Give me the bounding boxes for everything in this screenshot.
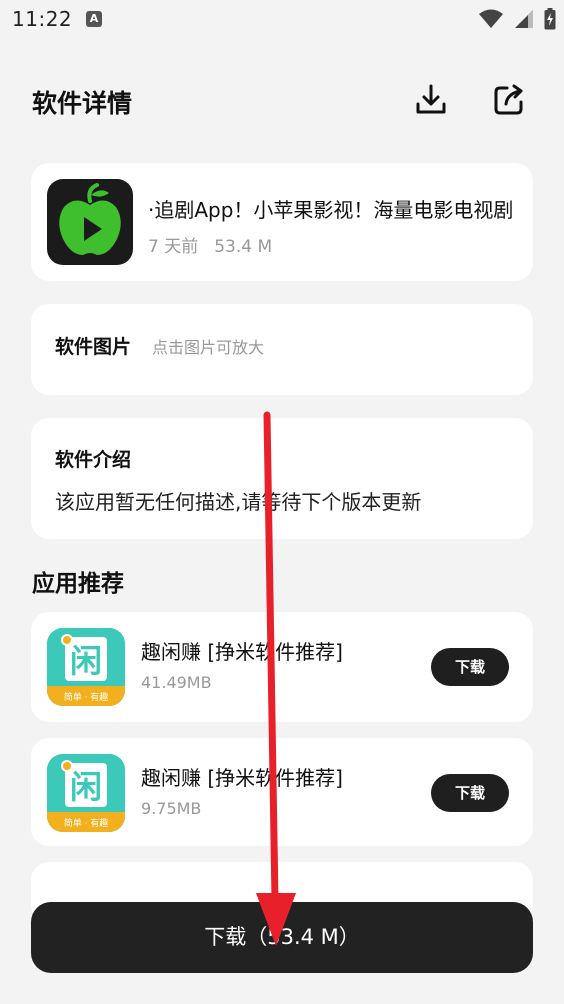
main-download-button[interactable]: 下载（53.4 M） <box>31 902 533 973</box>
share-header-button[interactable] <box>491 82 527 118</box>
screenshots-label: 软件图片 <box>55 336 132 358</box>
download-icon <box>416 84 446 114</box>
wifi-icon <box>479 9 503 28</box>
xian-app-icon: 闲 简单 · 有趣 <box>47 628 125 706</box>
app-name: ·追剧App！小苹果影视！海量电影电视剧 <box>148 198 514 222</box>
icon-caption: 简单 · 有趣 <box>64 691 109 703</box>
rec-app-name: 趣闲赚 [挣米软件推荐] <box>141 640 343 664</box>
rec-app-size: 41.49MB <box>141 673 212 692</box>
screenshots-card[interactable]: 软件图片 点击图片可放大 <box>31 304 533 395</box>
intro-label: 软件介绍 <box>55 449 132 471</box>
icon-glyph: 闲 <box>70 642 102 680</box>
app-updated: 7 天前 <box>148 237 199 257</box>
app-meta: 7 天前 53.4 M <box>148 232 272 257</box>
status-bar: 11:22 A <box>0 0 564 40</box>
app-detail-screen: 11:22 A 软件详情 ·追剧App！小苹果影视！海量电影电视剧 7 天前 5… <box>0 0 564 1004</box>
download-header-button[interactable] <box>413 82 449 118</box>
rec-app-size: 9.75MB <box>141 799 202 818</box>
app-info-card: ·追剧App！小苹果影视！海量电影电视剧 7 天前 53.4 M <box>31 163 533 281</box>
app-size: 53.4 M <box>214 237 273 257</box>
screenshots-hint: 点击图片可放大 <box>152 338 265 357</box>
rec-app-icon: 闲 简单 · 有趣 <box>47 754 125 832</box>
signal-icon <box>515 10 533 28</box>
rec-download-button[interactable]: 下载 <box>431 648 509 686</box>
xian-app-icon: 闲 简单 · 有趣 <box>47 754 125 832</box>
notification-a-icon: A <box>86 11 102 27</box>
page-title: 软件详情 <box>32 89 133 118</box>
list-item[interactable]: 闲 简单 · 有趣 趣闲赚 [挣米软件推荐] 41.49MB 下载 <box>31 612 533 722</box>
rec-app-icon: 闲 简单 · 有趣 <box>47 628 125 706</box>
intro-text: 该应用暂无任何描述,请等待下个版本更新 <box>55 490 422 514</box>
list-item[interactable]: 闲 简单 · 有趣 趣闲赚 [挣米软件推荐] 9.75MB 下载 <box>31 738 533 846</box>
green-apple-play-icon <box>59 183 121 255</box>
app-icon <box>47 179 133 265</box>
icon-glyph: 闲 <box>70 768 102 806</box>
status-time: 11:22 <box>12 7 73 31</box>
recommend-title: 应用推荐 <box>32 571 124 597</box>
battery-icon <box>544 8 556 30</box>
share-icon <box>494 84 523 115</box>
rec-download-button[interactable]: 下载 <box>431 774 509 812</box>
icon-caption: 简单 · 有趣 <box>64 817 109 829</box>
rec-app-name: 趣闲赚 [挣米软件推荐] <box>141 766 343 790</box>
status-icons <box>478 8 556 30</box>
intro-card: 软件介绍 该应用暂无任何描述,请等待下个版本更新 <box>31 418 533 539</box>
